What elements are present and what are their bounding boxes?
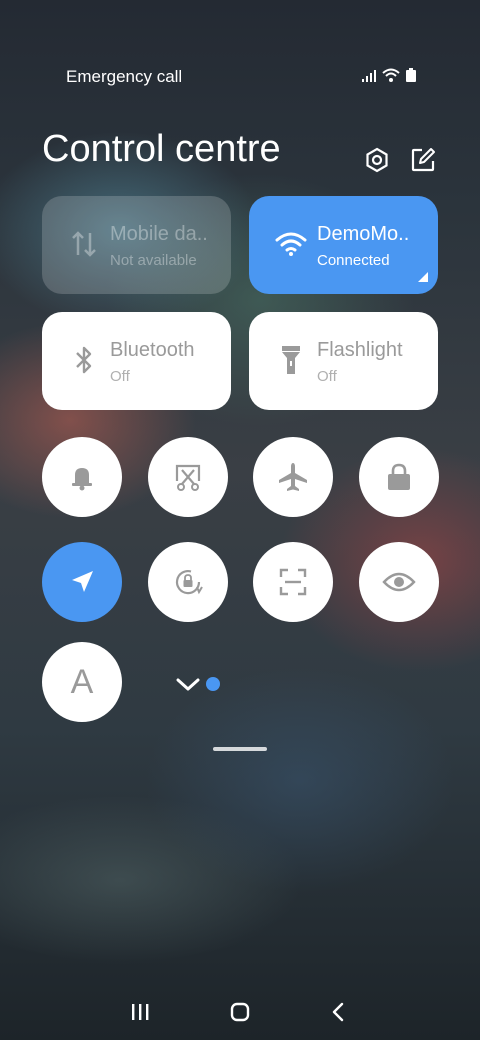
- page-title: Control centre: [42, 128, 281, 170]
- edit-button[interactable]: [409, 146, 437, 174]
- carrier-label: Emergency call: [66, 67, 183, 86]
- signal-icon: [362, 70, 376, 82]
- navigation-bar: [0, 990, 480, 1040]
- home-icon: [230, 1002, 250, 1022]
- recents-icon: [132, 1004, 149, 1020]
- tile-title: Flashlight: [317, 339, 403, 361]
- tile-bluetooth[interactable]: Bluetooth Off: [42, 312, 231, 410]
- page-indicator-dot: [206, 677, 220, 691]
- tile-title: Bluetooth: [110, 339, 195, 361]
- tile-subtitle: Connected: [317, 252, 390, 269]
- back-icon: [332, 1002, 344, 1022]
- tile-flashlight[interactable]: Flashlight Off: [249, 312, 438, 410]
- tile-title: Mobile da..: [110, 223, 208, 245]
- back-button[interactable]: [318, 990, 358, 1034]
- toggle-lock[interactable]: [359, 437, 439, 517]
- edit-icon: [411, 148, 435, 172]
- tile-mobile-data[interactable]: Mobile da.. Not available: [42, 196, 231, 294]
- expand-toggles-button[interactable]: [176, 672, 226, 696]
- tile-wifi[interactable]: DemoMo.. Connected: [249, 196, 438, 294]
- eye-icon: [382, 572, 416, 592]
- drag-handle[interactable]: [213, 747, 267, 751]
- airplane-icon: [279, 463, 307, 491]
- recent-apps-button[interactable]: [120, 990, 160, 1034]
- toggle-airplane[interactable]: [253, 437, 333, 517]
- toggle-screenshot[interactable]: [148, 437, 228, 517]
- bluetooth-icon: [68, 344, 100, 376]
- wifi-status-icon: [382, 68, 400, 82]
- settings-button[interactable]: [363, 146, 391, 174]
- mobile-data-icon: [68, 228, 100, 260]
- expand-corner-icon: [418, 272, 428, 282]
- wifi-icon: [275, 228, 307, 260]
- toggle-scanner[interactable]: [253, 542, 333, 622]
- tile-subtitle: Off: [317, 368, 337, 385]
- bell-icon: [72, 468, 92, 491]
- toggle-reading-mode[interactable]: [359, 542, 439, 622]
- status-icons: [362, 68, 416, 82]
- gear-icon: [366, 147, 388, 173]
- font-size-icon: A: [70, 662, 94, 701]
- location-icon: [72, 571, 93, 592]
- home-button[interactable]: [220, 990, 260, 1034]
- toggle-location[interactable]: [42, 542, 122, 622]
- tile-subtitle: Off: [110, 368, 130, 385]
- toggle-silent[interactable]: [42, 437, 122, 517]
- lock-icon: [388, 463, 410, 490]
- tile-subtitle: Not available: [110, 252, 197, 269]
- rotation-lock-icon: [175, 569, 203, 595]
- screenshot-icon: [175, 464, 201, 491]
- toggle-rotation-lock[interactable]: [148, 542, 228, 622]
- scanner-icon: [279, 568, 307, 596]
- battery-icon: [406, 68, 416, 82]
- flashlight-icon: [275, 344, 307, 376]
- toggle-font-size[interactable]: A: [42, 642, 122, 722]
- tile-title: DemoMo..: [317, 223, 410, 245]
- status-bar: Emergency call: [0, 0, 480, 110]
- chevron-down-icon: [176, 678, 200, 691]
